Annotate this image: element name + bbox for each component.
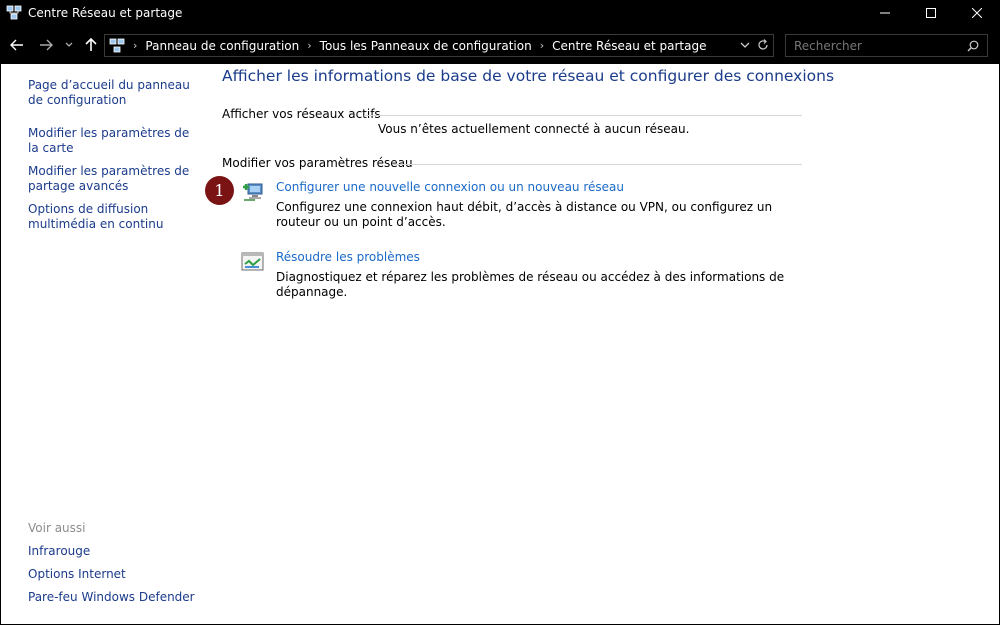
annotation-marker: 1 <box>205 176 234 205</box>
address-dropdown-icon[interactable] <box>739 38 751 52</box>
arrow-left-icon <box>10 39 23 51</box>
sidebar-link-control-panel-home[interactable]: Page d’accueil du panneau de configurati… <box>28 78 203 108</box>
sidebar-link-media-streaming[interactable]: Options de diffusion multimédia en conti… <box>28 202 203 232</box>
main-panel: Afficher les informations de base de vot… <box>221 64 1000 624</box>
close-icon <box>972 8 982 18</box>
back-button[interactable] <box>8 36 26 54</box>
search-input[interactable] <box>786 38 956 53</box>
window-title: Centre Réseau et partage <box>28 6 183 20</box>
arrow-up-icon <box>85 38 97 51</box>
breadcrumb-item[interactable]: Panneau de configuration <box>145 39 299 53</box>
network-center-icon <box>6 5 22 20</box>
active-networks-heading: Afficher vos réseaux actifs <box>222 107 381 121</box>
troubleshoot-link[interactable]: Résoudre les problèmes <box>276 250 420 264</box>
sidebar-link-adapter-settings[interactable]: Modifier les paramètres de la carte <box>28 126 203 156</box>
see-also-heading: Voir aussi <box>28 521 86 535</box>
change-settings-heading: Modifier vos paramètres réseau <box>222 156 413 170</box>
title-bar: Centre Réseau et partage <box>0 0 1000 26</box>
setup-new-connection-description: Configurez une connexion haut débit, d’a… <box>276 200 773 229</box>
arrow-right-icon <box>40 39 53 51</box>
close-button[interactable] <box>954 0 1000 26</box>
breadcrumb-item[interactable]: Tous les Panneaux de configuration <box>320 39 532 53</box>
see-also-firewall[interactable]: Pare-feu Windows Defender <box>28 590 203 605</box>
sidebar-link-advanced-sharing[interactable]: Modifier les paramètres de partage avanc… <box>28 164 203 194</box>
minimize-button[interactable] <box>862 0 908 26</box>
content-area: Page d’accueil du panneau de configurati… <box>0 64 1000 625</box>
troubleshoot-icon[interactable] <box>241 250 265 274</box>
setup-new-connection-link[interactable]: Configurer une nouvelle connexion ou un … <box>276 180 624 194</box>
maximize-icon <box>926 8 936 18</box>
breadcrumb-item[interactable]: Centre Réseau et partage <box>552 39 706 53</box>
search-box[interactable] <box>785 34 988 57</box>
section-divider <box>364 115 802 116</box>
sidebar: Page d’accueil du panneau de configurati… <box>1 64 211 624</box>
navigation-bar: › Panneau de configuration › Tous les Pa… <box>0 26 1000 64</box>
search-icon[interactable] <box>967 40 979 52</box>
new-connection-icon[interactable] <box>241 180 265 204</box>
up-button[interactable] <box>82 36 100 54</box>
page-title: Afficher les informations de base de vot… <box>222 67 835 85</box>
network-status-text: Vous n’êtes actuellement connecté à aucu… <box>378 122 690 136</box>
section-divider <box>393 164 802 165</box>
recent-locations-button[interactable] <box>62 36 76 54</box>
refresh-icon[interactable] <box>757 38 769 52</box>
chevron-down-icon <box>65 42 73 47</box>
minimize-icon <box>880 12 890 14</box>
see-also-internet-options[interactable]: Options Internet <box>28 567 203 582</box>
breadcrumb-separator-icon[interactable]: › <box>133 39 137 52</box>
breadcrumb-separator-icon[interactable]: › <box>307 39 311 52</box>
address-bar[interactable]: › Panneau de configuration › Tous les Pa… <box>104 34 774 57</box>
breadcrumb-separator-icon[interactable]: › <box>540 39 544 52</box>
see-also-infrared[interactable]: Infrarouge <box>28 544 203 559</box>
maximize-button[interactable] <box>908 0 954 26</box>
window-controls <box>862 0 1000 26</box>
troubleshoot-description: Diagnostiquez et réparez les problèmes d… <box>276 270 785 299</box>
forward-button[interactable] <box>37 36 55 54</box>
control-panel-icon <box>109 38 125 52</box>
